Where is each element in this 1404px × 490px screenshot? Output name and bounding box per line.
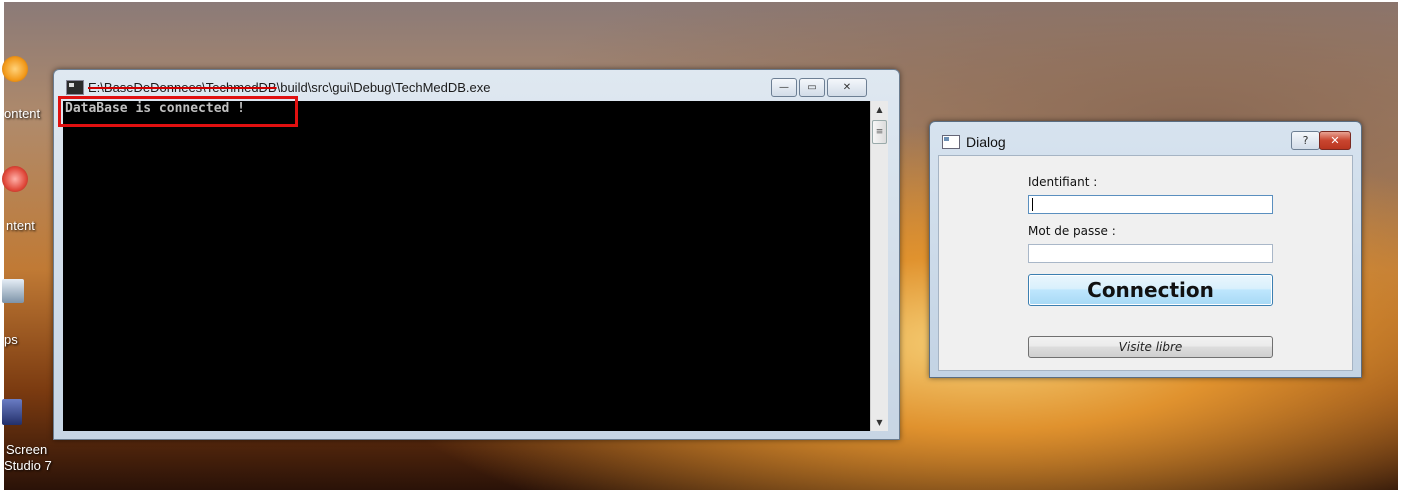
orange-circle-icon	[2, 56, 28, 82]
desktop-icon-label: ontent	[4, 106, 41, 121]
screen-border-right	[1398, 0, 1404, 490]
scroll-thumb[interactable]: ≡	[872, 120, 887, 144]
login-label: Identifiant :	[1028, 175, 1098, 189]
console-caption-buttons: — ▭ ✕	[771, 78, 867, 97]
console-app-icon	[66, 80, 84, 95]
free-visit-button[interactable]: Visite libre	[1028, 336, 1273, 358]
desktop-icon-label-line2: Studio 7	[4, 458, 52, 473]
console-output-area[interactable]: DataBase is connected !	[63, 101, 870, 431]
console-title-path: \build\src\gui\Debug\TechMedDB.exe	[276, 80, 491, 95]
close-icon: ✕	[1330, 134, 1340, 147]
close-button[interactable]: ✕	[827, 78, 867, 97]
close-icon: ✕	[842, 82, 852, 93]
text-caret	[1032, 198, 1033, 211]
password-input[interactable]	[1028, 244, 1273, 263]
film-icon	[2, 399, 22, 425]
help-icon: ?	[1302, 134, 1309, 147]
monitor-icon	[2, 279, 24, 303]
scroll-down-arrow-icon[interactable]: ▼	[871, 414, 888, 431]
screen-border-top	[0, 0, 1404, 2]
password-label: Mot de passe :	[1028, 224, 1116, 238]
maximize-button[interactable]: ▭	[799, 78, 825, 97]
red-circle-icon	[2, 166, 28, 192]
minimize-icon: —	[779, 82, 789, 93]
highlight-annotation-box	[58, 96, 298, 127]
dialog-close-button[interactable]: ✕	[1319, 131, 1351, 150]
console-title-obscured: E:\BaseDeDonnees\TechmedDB	[88, 80, 277, 95]
scroll-up-arrow-icon[interactable]: ▲	[871, 101, 888, 118]
dialog-content: Identifiant : Mot de passe : Connection …	[938, 155, 1353, 371]
desktop-icon-label: ntent	[6, 218, 35, 233]
console-title: E:\BaseDeDonnees\TechmedDB\build\src\gui…	[88, 80, 491, 95]
dialog-title: Dialog	[966, 134, 1006, 150]
desktop-icon-label: ps	[4, 332, 18, 347]
login-dialog[interactable]: Dialog ? ✕ Identifiant : Mot de passe : …	[929, 121, 1362, 378]
help-button[interactable]: ?	[1291, 131, 1320, 150]
minimize-button[interactable]: —	[771, 78, 797, 97]
login-input[interactable]	[1028, 195, 1273, 214]
desktop-icon-label: Screen	[6, 442, 48, 457]
console-vertical-scrollbar[interactable]: ▲ ≡ ▼	[870, 101, 888, 431]
dialog-app-icon	[942, 135, 960, 149]
connection-button[interactable]: Connection	[1028, 274, 1273, 306]
maximize-icon: ▭	[807, 82, 817, 93]
